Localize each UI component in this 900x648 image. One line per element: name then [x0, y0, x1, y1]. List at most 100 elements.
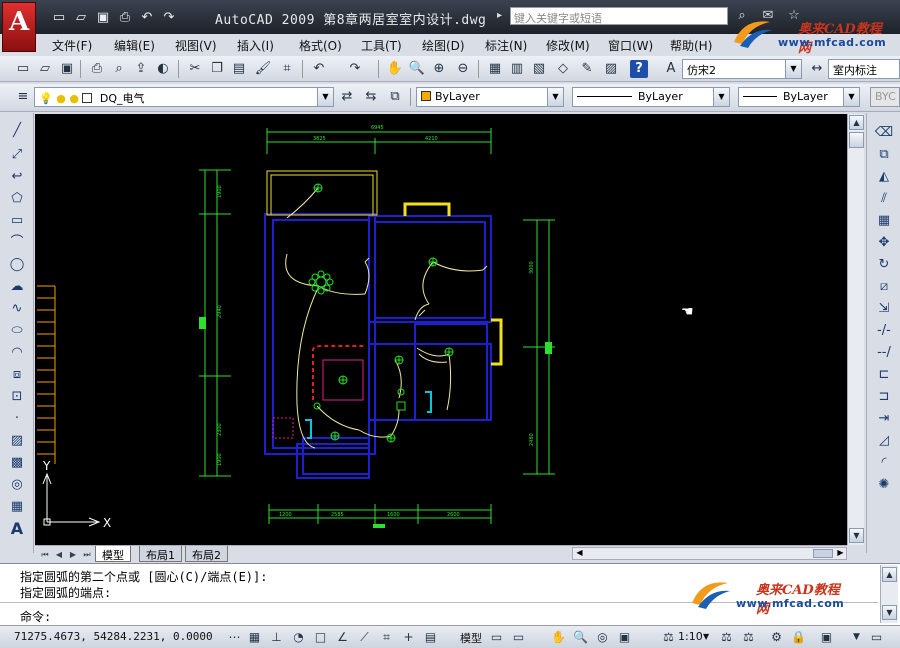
mirror-icon[interactable]: ◭: [874, 167, 894, 187]
layer-state-icon[interactable]: ⧉: [386, 88, 404, 106]
tab-layout2[interactable]: 布局2: [185, 546, 228, 562]
menu-modify[interactable]: 修改(M): [546, 37, 590, 54]
cut-icon[interactable]: ✂: [186, 60, 204, 78]
tab-layout1[interactable]: 布局1: [139, 546, 182, 562]
spline-icon[interactable]: ∿: [7, 299, 27, 319]
construction-line-icon[interactable]: ⤢: [7, 145, 27, 165]
break-at-point-icon[interactable]: ⊏: [874, 365, 894, 385]
scroll-right-icon[interactable]: ▶: [834, 548, 847, 559]
offset-icon[interactable]: ⫽: [874, 189, 894, 209]
circle-icon[interactable]: ◯: [7, 255, 27, 275]
scroll-up-icon[interactable]: ▲: [882, 567, 897, 582]
new-file-icon[interactable]: ▭: [50, 10, 68, 26]
menu-draw[interactable]: 绘图(D): [422, 37, 465, 54]
menu-edit[interactable]: 编辑(E): [114, 37, 155, 54]
scroll-thumb[interactable]: [849, 132, 864, 148]
floor-plan-drawing[interactable]: X Y 6945 3825 4210 1200 2585 1600 2600 1…: [35, 114, 847, 545]
horizontal-scrollbar[interactable]: ◀ ▶: [572, 547, 847, 560]
zoom-realtime-icon[interactable]: 🔍: [408, 60, 426, 78]
pan-status-icon[interactable]: ✋: [550, 629, 567, 646]
lineweight-select[interactable]: ByLayer ▼: [738, 87, 860, 107]
polar-tracking-icon[interactable]: ◔: [290, 629, 307, 646]
dynamic-ucs-icon[interactable]: ⟋: [356, 629, 373, 646]
print-icon[interactable]: ⎙: [116, 10, 134, 26]
help-icon[interactable]: ?: [630, 60, 648, 78]
quick-view-layouts-icon[interactable]: ▭: [510, 629, 527, 646]
table-icon[interactable]: ▦: [7, 497, 27, 517]
save-toolbar-icon[interactable]: ▣: [58, 60, 76, 78]
text-style-icon[interactable]: A: [662, 60, 680, 78]
steering-wheel-icon[interactable]: ◎: [594, 629, 611, 646]
make-block-icon[interactable]: ⊡: [7, 387, 27, 407]
coordinate-readout[interactable]: 71275.4673, 54284.2231, 0.0000: [14, 630, 213, 643]
menu-format[interactable]: 格式(O): [299, 37, 342, 54]
vertical-scrollbar[interactable]: ▲ ▼: [847, 114, 864, 545]
properties-icon[interactable]: ▦: [486, 60, 504, 78]
ellipse-icon[interactable]: ⬭: [7, 321, 27, 341]
menu-dimension[interactable]: 标注(N): [485, 37, 527, 54]
qnew-icon[interactable]: ▭: [14, 60, 32, 78]
polyline-icon[interactable]: ↩: [7, 167, 27, 187]
point-icon[interactable]: ·: [7, 409, 27, 429]
undo-toolbar-icon[interactable]: ↶: [310, 60, 328, 78]
erase-icon[interactable]: ⌫: [874, 123, 894, 143]
zoom-previous-icon[interactable]: ⊖: [454, 60, 472, 78]
auto-scale-icon[interactable]: ⚖: [740, 629, 757, 646]
quick-properties-icon[interactable]: ▤: [422, 629, 439, 646]
make-current-icon[interactable]: ⇄: [338, 88, 356, 106]
ellipse-arc-icon[interactable]: ◠: [7, 343, 27, 363]
fillet-icon[interactable]: ◜: [874, 453, 894, 473]
match-properties-icon[interactable]: 🖌: [254, 60, 272, 78]
object-snap-icon[interactable]: □: [312, 629, 329, 646]
zoom-status-icon[interactable]: 🔍: [572, 629, 589, 646]
scale-icon[interactable]: ⧄: [874, 277, 894, 297]
chamfer-icon[interactable]: ◿: [874, 431, 894, 451]
annotation-visibility-icon[interactable]: ⚖: [718, 629, 735, 646]
chevron-down-icon[interactable]: ▼: [703, 632, 709, 641]
tool-palettes-icon[interactable]: ▧: [530, 60, 548, 78]
publish-icon[interactable]: ⇪: [132, 60, 150, 78]
extend-icon[interactable]: --/: [874, 343, 894, 363]
open-icon[interactable]: ▱: [36, 60, 54, 78]
color-select[interactable]: ByLayer ▼: [416, 87, 564, 107]
zoom-window-icon[interactable]: ⊕: [430, 60, 448, 78]
stretch-icon[interactable]: ⇲: [874, 299, 894, 319]
tab-model[interactable]: 模型: [95, 546, 131, 562]
next-tab-icon[interactable]: ▶: [67, 548, 79, 561]
grid-display-icon[interactable]: ▦: [246, 629, 263, 646]
join-icon[interactable]: ⇥: [874, 409, 894, 429]
search-input[interactable]: 键入关键字或短语: [510, 7, 728, 25]
annotation-scale-value[interactable]: 1:10: [678, 630, 703, 643]
quickcalc-icon[interactable]: ▨: [602, 60, 620, 78]
sheet-set-icon[interactable]: ◇: [554, 60, 572, 78]
prev-tab-icon[interactable]: ◀: [53, 548, 65, 561]
menu-help[interactable]: 帮助(H): [670, 37, 712, 54]
scroll-up-icon[interactable]: ▲: [849, 115, 864, 130]
dim-style-select[interactable]: 室内标注: [828, 59, 900, 79]
menu-view[interactable]: 视图(V): [175, 37, 217, 54]
multiline-text-icon[interactable]: A: [7, 519, 27, 539]
showmotion-icon[interactable]: ▣: [616, 629, 633, 646]
linetype-select[interactable]: ByLayer ▼: [572, 87, 730, 107]
arc-icon[interactable]: ⌒: [7, 233, 27, 253]
redo-toolbar-icon[interactable]: ↷: [346, 60, 364, 78]
ortho-mode-icon[interactable]: ⊥: [268, 629, 285, 646]
drawing-canvas[interactable]: X Y 6945 3825 4210 1200 2585 1600 2600 1…: [35, 114, 847, 545]
command-prompt[interactable]: 命令:: [20, 608, 51, 625]
scroll-left-icon[interactable]: ◀: [573, 548, 586, 559]
insert-block-icon[interactable]: ⧈: [7, 365, 27, 385]
layer-manager-icon[interactable]: ≡: [14, 88, 32, 106]
gradient-icon[interactable]: ▩: [7, 453, 27, 473]
open-file-icon[interactable]: ▱: [72, 10, 90, 26]
layout-view-icon[interactable]: ▭: [488, 629, 505, 646]
hatch-icon[interactable]: ▨: [7, 431, 27, 451]
status-menu-icon[interactable]: ▼: [848, 629, 865, 646]
layer-select[interactable]: 💡 ● ● DQ_电气 ▼: [34, 87, 334, 107]
rotate-icon[interactable]: ↻: [874, 255, 894, 275]
line-icon[interactable]: ╱: [7, 121, 27, 141]
move-icon[interactable]: ✥: [874, 233, 894, 253]
title-expand-icon[interactable]: ▸: [497, 10, 502, 21]
menu-tools[interactable]: 工具(T): [361, 37, 402, 54]
horizontal-scroll-thumb[interactable]: [813, 549, 833, 558]
text-style-select[interactable]: 仿宋2 ▼: [682, 59, 802, 79]
